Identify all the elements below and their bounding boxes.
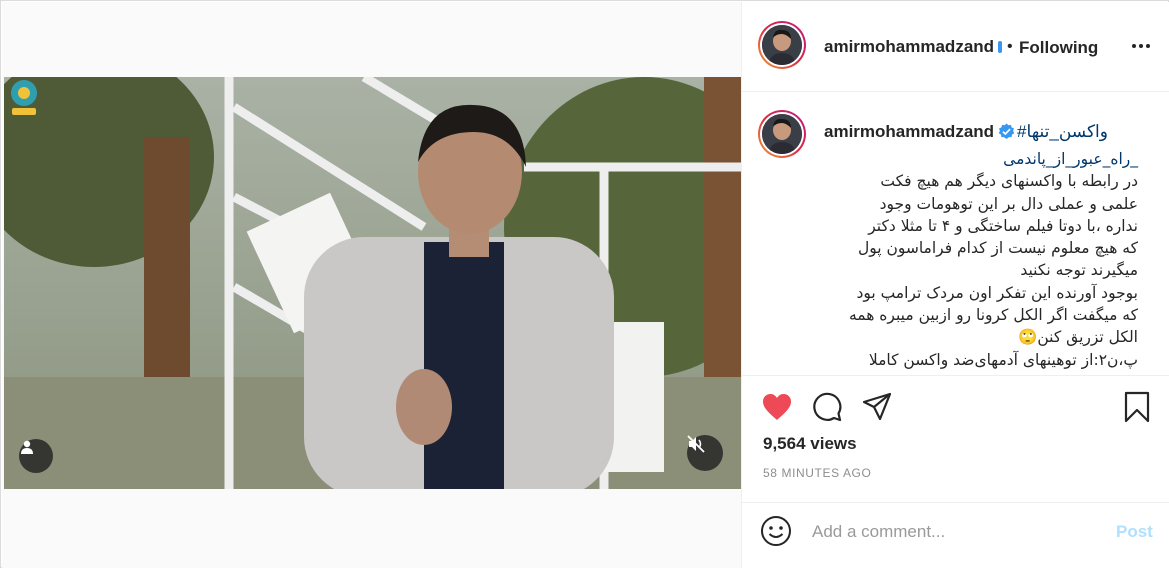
bookmark-icon bbox=[1124, 391, 1150, 423]
caption-header: amirmohammadzand #واکسن_تنها bbox=[824, 122, 1108, 142]
comment-button[interactable] bbox=[810, 390, 844, 424]
caption-line: که هیچ معلوم نیست از کدام فراماسون پول bbox=[857, 239, 1138, 258]
video-frame bbox=[4, 77, 741, 489]
post-dialog: amirmohammadzand • Following amirmohamma… bbox=[0, 0, 1169, 568]
emoji-button[interactable] bbox=[760, 515, 794, 549]
mute-toggle-button[interactable] bbox=[687, 435, 723, 471]
save-button[interactable] bbox=[1120, 390, 1154, 424]
caption-hashtag-1[interactable]: #واکسن_تنها bbox=[1017, 122, 1108, 141]
post-details-pane: amirmohammadzand • Following amirmohamma… bbox=[741, 2, 1169, 568]
caption-line: پ،ن۲:از توهینهای آدمهای‌ضد واکسن کاملا bbox=[868, 350, 1138, 369]
caption-line: میگیرند توجه نکنید bbox=[1020, 261, 1138, 280]
heart-icon bbox=[763, 394, 791, 420]
avatar-photo bbox=[762, 25, 802, 65]
comment-input[interactable] bbox=[812, 520, 1092, 544]
caption-line: که میگفت اگر الکل کرونا رو ازبین میبره ه… bbox=[848, 306, 1138, 325]
media-pane bbox=[2, 2, 741, 568]
caption-line: بوجود آورنده این تفکر اون مردک ترامپ بود bbox=[856, 283, 1138, 302]
post-header: amirmohammadzand • Following bbox=[742, 2, 1169, 92]
verified-badge-icon bbox=[998, 41, 1003, 53]
view-count[interactable]: 9,564 views bbox=[763, 434, 857, 454]
separator-dot: • bbox=[1007, 38, 1013, 55]
avatar[interactable] bbox=[758, 21, 806, 69]
following-button[interactable]: Following bbox=[1019, 38, 1098, 58]
caption-hashtag-2[interactable]: _راه_عبور_از_پاندمی bbox=[822, 148, 1138, 170]
caption-section: amirmohammadzand #واکسن_تنها _راه_عبور_از… bbox=[742, 92, 1169, 376]
more-options-icon bbox=[1132, 44, 1150, 48]
more-options-button[interactable] bbox=[1126, 34, 1156, 58]
comment-form: Post bbox=[742, 502, 1169, 568]
post-comment-button[interactable]: Post bbox=[1116, 522, 1153, 542]
caption-line: علمی و عملی دال بر این توهومات وجود bbox=[879, 194, 1138, 213]
paper-plane-icon bbox=[862, 392, 892, 421]
caption-text: _راه_عبور_از_پاندمی در رابطه با واکسنهای… bbox=[822, 148, 1138, 371]
verified-badge-icon bbox=[998, 123, 1015, 140]
share-button[interactable] bbox=[860, 390, 894, 424]
post-timestamp[interactable]: 58 MINUTES AGO bbox=[763, 466, 871, 480]
username-link[interactable]: amirmohammadzand bbox=[824, 37, 1003, 57]
caption-avatar[interactable] bbox=[758, 110, 806, 158]
comment-icon bbox=[813, 392, 842, 422]
like-button[interactable] bbox=[760, 390, 794, 424]
user-icon bbox=[21, 440, 33, 454]
caption-username[interactable]: amirmohammadzand bbox=[824, 122, 994, 141]
video-player[interactable] bbox=[4, 77, 741, 489]
emoji-icon bbox=[761, 516, 791, 546]
caption-line: نداره ،با دوتا فیلم ساختگی و ۴ تا مثلا د… bbox=[868, 216, 1138, 235]
action-bar bbox=[742, 376, 1169, 438]
avatar-photo bbox=[762, 114, 802, 154]
muted-speaker-icon bbox=[687, 435, 705, 453]
caption-line: الکل تزریق کنن🙄 bbox=[1018, 328, 1138, 347]
caption-line: در رابطه با واکسنهای دیگر هم هیچ فکت bbox=[880, 172, 1138, 191]
user-tags-button[interactable] bbox=[19, 439, 53, 473]
channel-logo bbox=[11, 80, 37, 115]
